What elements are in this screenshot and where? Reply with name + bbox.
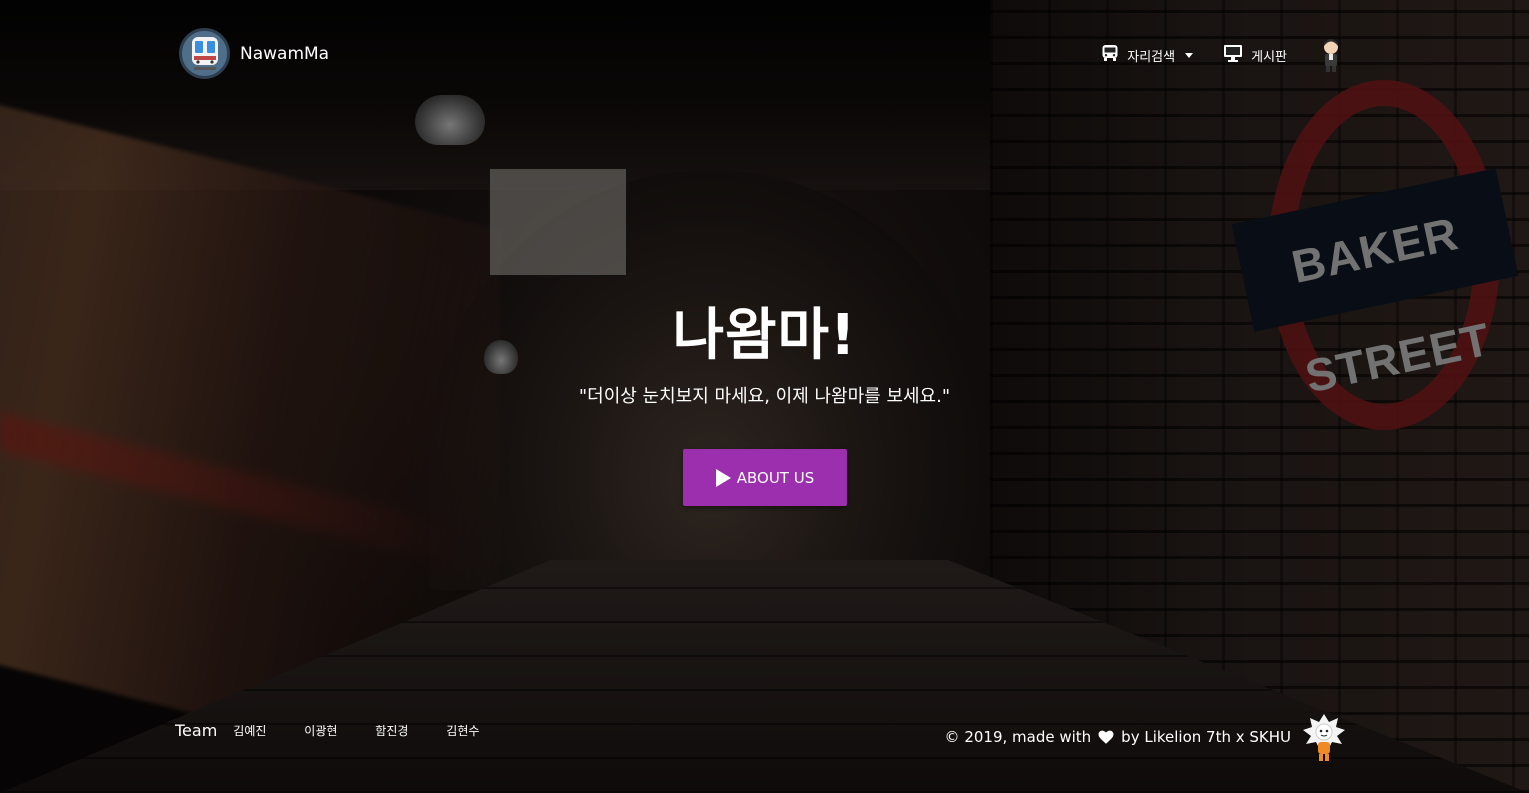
credit-prefix: © 2019, made with bbox=[944, 728, 1092, 746]
monitor-icon bbox=[1223, 44, 1243, 66]
chevron-down-icon bbox=[1185, 52, 1194, 58]
brand-name: NawamMa bbox=[240, 43, 330, 64]
hero-title: 나왐마! bbox=[672, 303, 857, 368]
user-avatar-icon[interactable] bbox=[1319, 38, 1343, 72]
subway-train-icon bbox=[179, 28, 230, 79]
team-member-link[interactable]: 김현수 bbox=[446, 722, 517, 739]
nav-board-link[interactable]: 게시판 bbox=[1223, 44, 1287, 66]
footer-credit: © 2019, made with by Likelion 7th x SKHU bbox=[945, 712, 1347, 762]
nav-seat-search-label: 자리검색 bbox=[1127, 49, 1176, 65]
nav-seat-search-dropdown[interactable]: 자리검색 bbox=[1101, 44, 1194, 66]
hero-section: 나왐마! "더이상 눈치보지 마세요, 이제 나왐마를 보세요." bbox=[0, 300, 1529, 408]
team-member-link[interactable]: 이광현 bbox=[304, 722, 375, 739]
likelion-mascot-icon bbox=[1301, 712, 1347, 762]
bus-icon bbox=[1101, 44, 1119, 66]
heart-icon bbox=[1097, 728, 1115, 746]
credit-suffix: by Likelion 7th x SKHU bbox=[1121, 728, 1291, 746]
about-us-button[interactable]: ABOUT US bbox=[683, 449, 847, 506]
play-icon bbox=[715, 468, 731, 487]
nav-board-label: 게시판 bbox=[1251, 49, 1287, 65]
hero-subtitle: "더이상 눈치보지 마세요, 이제 나왐마를 보세요." bbox=[578, 386, 951, 407]
team-label: Team bbox=[175, 721, 218, 740]
footer-team: Team 김예진 이광현 함진경 김현수 bbox=[175, 721, 517, 740]
team-member-link[interactable]: 김예진 bbox=[233, 722, 304, 739]
about-us-label: ABOUT US bbox=[736, 468, 815, 487]
brand-link[interactable]: NawamMa bbox=[179, 28, 329, 79]
team-member-link[interactable]: 함진경 bbox=[375, 722, 446, 739]
top-nav: 자리검색 게시판 bbox=[1101, 38, 1343, 72]
